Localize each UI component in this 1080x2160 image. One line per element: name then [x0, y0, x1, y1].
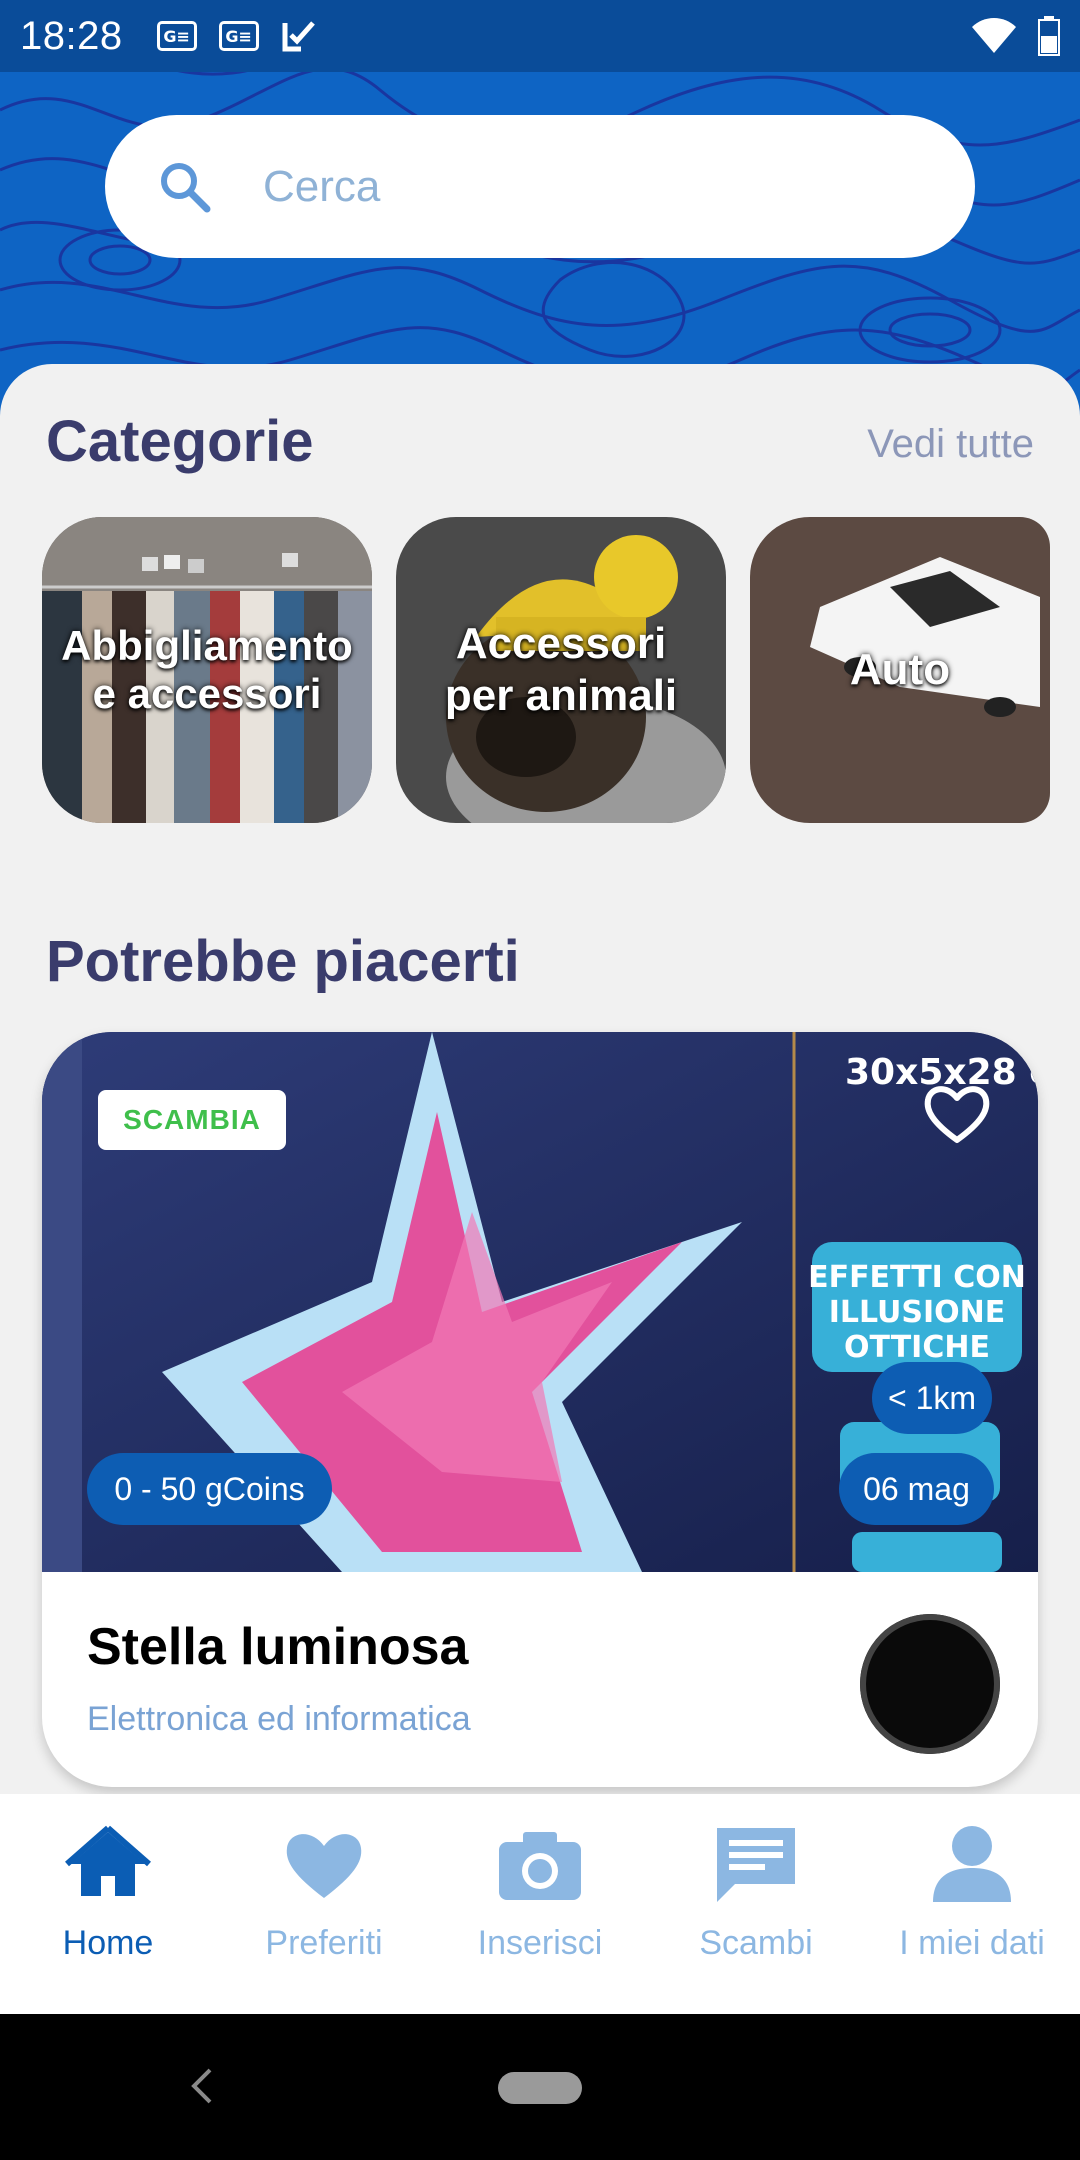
nav-label: Inserisci	[477, 1924, 603, 1962]
nav-label: Preferiti	[265, 1924, 383, 1962]
product-card[interactable]: 30x5x28 cm EFFETTI CON ILLUSIONE OTTICHE…	[42, 1032, 1038, 1787]
notification-icon: G≡	[218, 21, 259, 51]
category-label-line: Auto	[849, 645, 951, 694]
nav-item-insert[interactable]: Inserisci	[432, 1794, 648, 2014]
product-title: Stella luminosa	[87, 1618, 469, 1676]
battery-icon	[1038, 16, 1060, 56]
category-label-line: Abbigliamento	[61, 622, 353, 669]
status-time: 18:28	[20, 13, 123, 58]
box-text-line: OTTICHE	[844, 1330, 990, 1365]
see-all-link[interactable]: Vedi tutte	[867, 422, 1034, 467]
category-card-pets[interactable]: Accessori per animali	[396, 517, 726, 823]
category-label-line: per animali	[444, 671, 678, 720]
category-label-line: Accessori	[455, 619, 667, 668]
category-card-clothing[interactable]: Abbigliamento e accessori	[42, 517, 372, 823]
avatar[interactable]	[860, 1614, 1000, 1754]
swap-badge: SCAMBIA	[98, 1090, 286, 1150]
search-icon[interactable]	[157, 159, 213, 215]
system-navigation-bar	[0, 2014, 1080, 2160]
date-pill: 06 mag	[839, 1453, 994, 1525]
category-label-line: e accessori	[92, 670, 322, 717]
camera-icon	[499, 1832, 581, 1900]
product-category: Elettronica ed informatica	[87, 1700, 471, 1738]
bottom-navigation: Home Preferiti Inserisci Scambi I miei d…	[0, 1794, 1080, 2014]
checkmark-notification-icon	[282, 21, 315, 52]
user-icon	[933, 1826, 1011, 1902]
status-bar: 18:28 G≡ G≡	[0, 0, 1080, 72]
search-input[interactable]	[263, 161, 903, 212]
nav-label: Scambi	[699, 1924, 813, 1962]
search-bar[interactable]	[105, 115, 975, 258]
nav-item-favorites[interactable]: Preferiti	[216, 1794, 432, 2014]
notification-icon: G≡	[156, 21, 197, 51]
nav-item-profile[interactable]: I miei dati	[864, 1794, 1080, 2014]
recommended-title: Potrebbe piacerti	[46, 929, 520, 994]
wifi-icon	[972, 18, 1016, 53]
nav-item-exchanges[interactable]: Scambi	[648, 1794, 864, 2014]
category-label: Accessori per animali	[445, 618, 677, 722]
home-icon	[65, 1825, 151, 1896]
home-gesture-pill[interactable]	[498, 2072, 582, 2104]
box-text-line: ILLUSIONE	[829, 1295, 1006, 1330]
box-text-line: EFFETTI CON	[808, 1260, 1026, 1295]
chat-icon	[717, 1828, 795, 1902]
nav-label: I miei dati	[899, 1924, 1045, 1962]
category-card-auto[interactable]: Auto	[750, 517, 1050, 823]
price-pill: 0 - 50 gCoins	[87, 1453, 332, 1525]
back-icon[interactable]	[190, 2066, 214, 2106]
categories-title: Categorie	[46, 409, 314, 474]
category-label: Abbigliamento e accessori	[61, 622, 353, 718]
favorite-heart-icon[interactable]	[922, 1082, 992, 1146]
product-image[interactable]: 30x5x28 cm EFFETTI CON ILLUSIONE OTTICHE…	[42, 1032, 1038, 1572]
nav-label: Home	[62, 1924, 154, 1962]
distance-pill: < 1km	[872, 1362, 992, 1434]
category-label: Auto	[850, 646, 950, 694]
heart-icon	[286, 1834, 362, 1898]
nav-item-home[interactable]: Home	[0, 1794, 216, 2014]
